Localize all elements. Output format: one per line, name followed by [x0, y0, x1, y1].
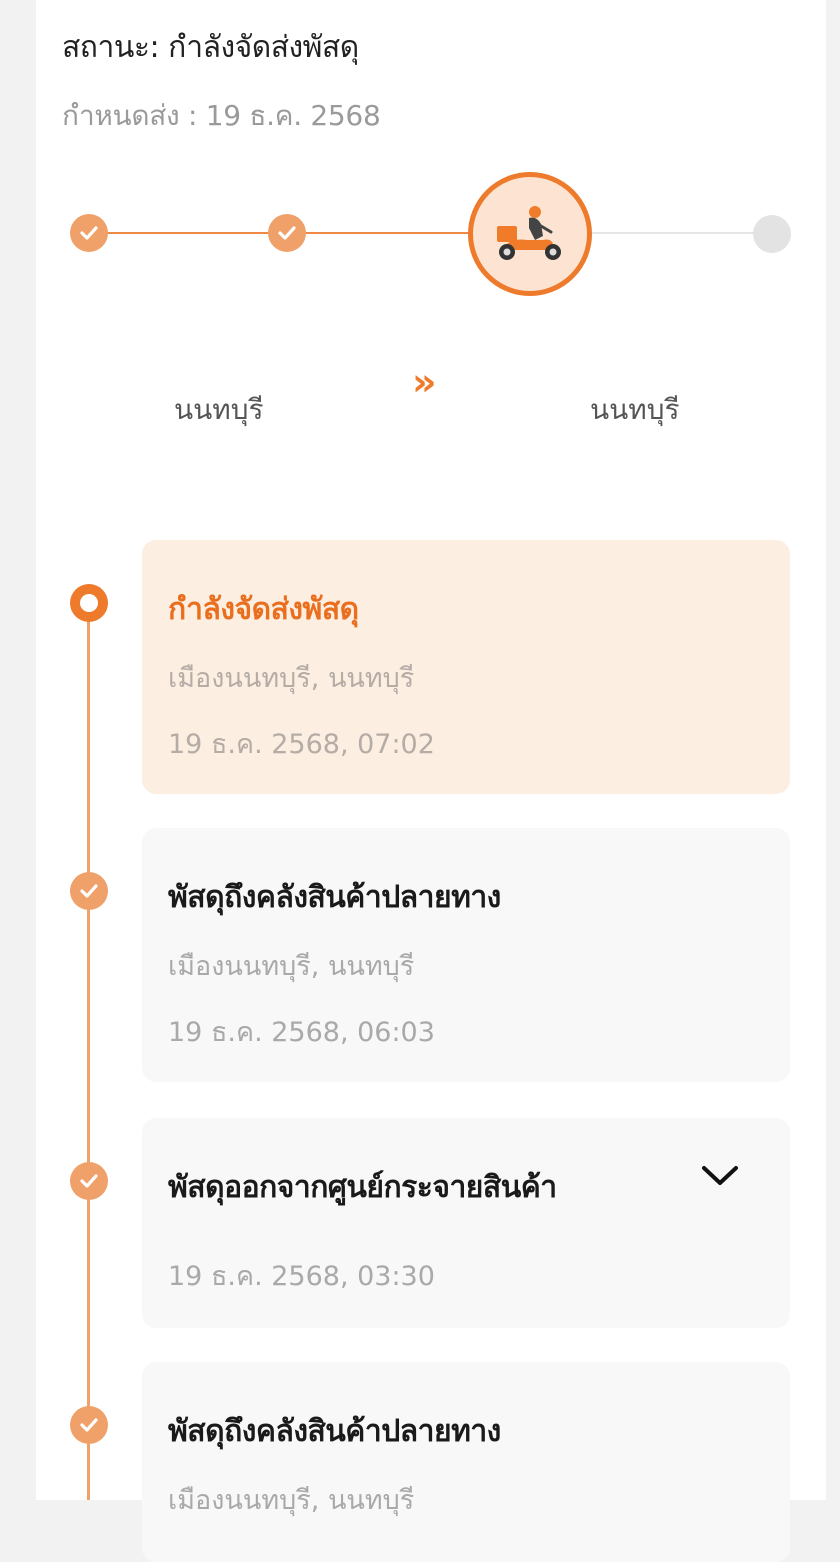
step-4-pending-dot	[753, 215, 791, 253]
progress-stepper	[0, 170, 840, 310]
event-location: เมืองนนทบุรี, นนทบุรี	[168, 951, 415, 982]
timeline-node-current	[70, 584, 108, 622]
due-date: กำหนดส่ง : 19 ธ.ค. 2568	[62, 99, 381, 132]
shipment-status: สถานะ: กำลังจัดส่งพัสดุ	[62, 30, 359, 65]
tracking-event-expandable[interactable]: พัสดุออกจากศูนย์กระจายสินค้า 19 ธ.ค. 256…	[142, 1118, 790, 1328]
event-title: กำลังจัดส่งพัสดุ	[168, 592, 359, 627]
progress-segment-pending	[590, 232, 770, 234]
event-time: 19 ธ.ค. 2568, 06:03	[168, 1017, 435, 1048]
chevron-down-icon[interactable]	[700, 1160, 740, 1190]
timeline-check-icon	[70, 1162, 108, 1200]
route-destination: นนทบุรี	[590, 393, 680, 426]
timeline-line	[87, 602, 90, 1500]
delivery-scooter-icon	[468, 172, 592, 296]
route-arrow-icon: »	[412, 360, 436, 404]
timeline-check-icon	[70, 872, 108, 910]
tracking-event: พัสดุถึงคลังสินค้าปลายทาง เมืองนนทบุรี, …	[142, 828, 790, 1082]
event-time: 19 ธ.ค. 2568, 03:30	[168, 1261, 435, 1292]
event-location: เมืองนนทบุรี, นนทบุรี	[168, 663, 415, 694]
route-origin: นนทบุรี	[174, 393, 264, 426]
tracking-event: พัสดุถึงคลังสินค้าปลายทาง เมืองนนทบุรี, …	[142, 1362, 790, 1562]
event-time: 19 ธ.ค. 2568, 07:02	[168, 729, 435, 760]
event-title: พัสดุถึงคลังสินค้าปลายทาง	[168, 1414, 501, 1449]
timeline-node-inner	[80, 594, 98, 612]
tracking-event-current: กำลังจัดส่งพัสดุ เมืองนนทบุรี, นนทบุรี 1…	[142, 540, 790, 794]
event-title: พัสดุออกจากศูนย์กระจายสินค้า	[168, 1170, 557, 1205]
event-title: พัสดุถึงคลังสินค้าปลายทาง	[168, 880, 501, 915]
step-1-check-icon	[70, 214, 108, 252]
timeline-check-icon	[70, 1406, 108, 1444]
step-2-check-icon	[268, 214, 306, 252]
